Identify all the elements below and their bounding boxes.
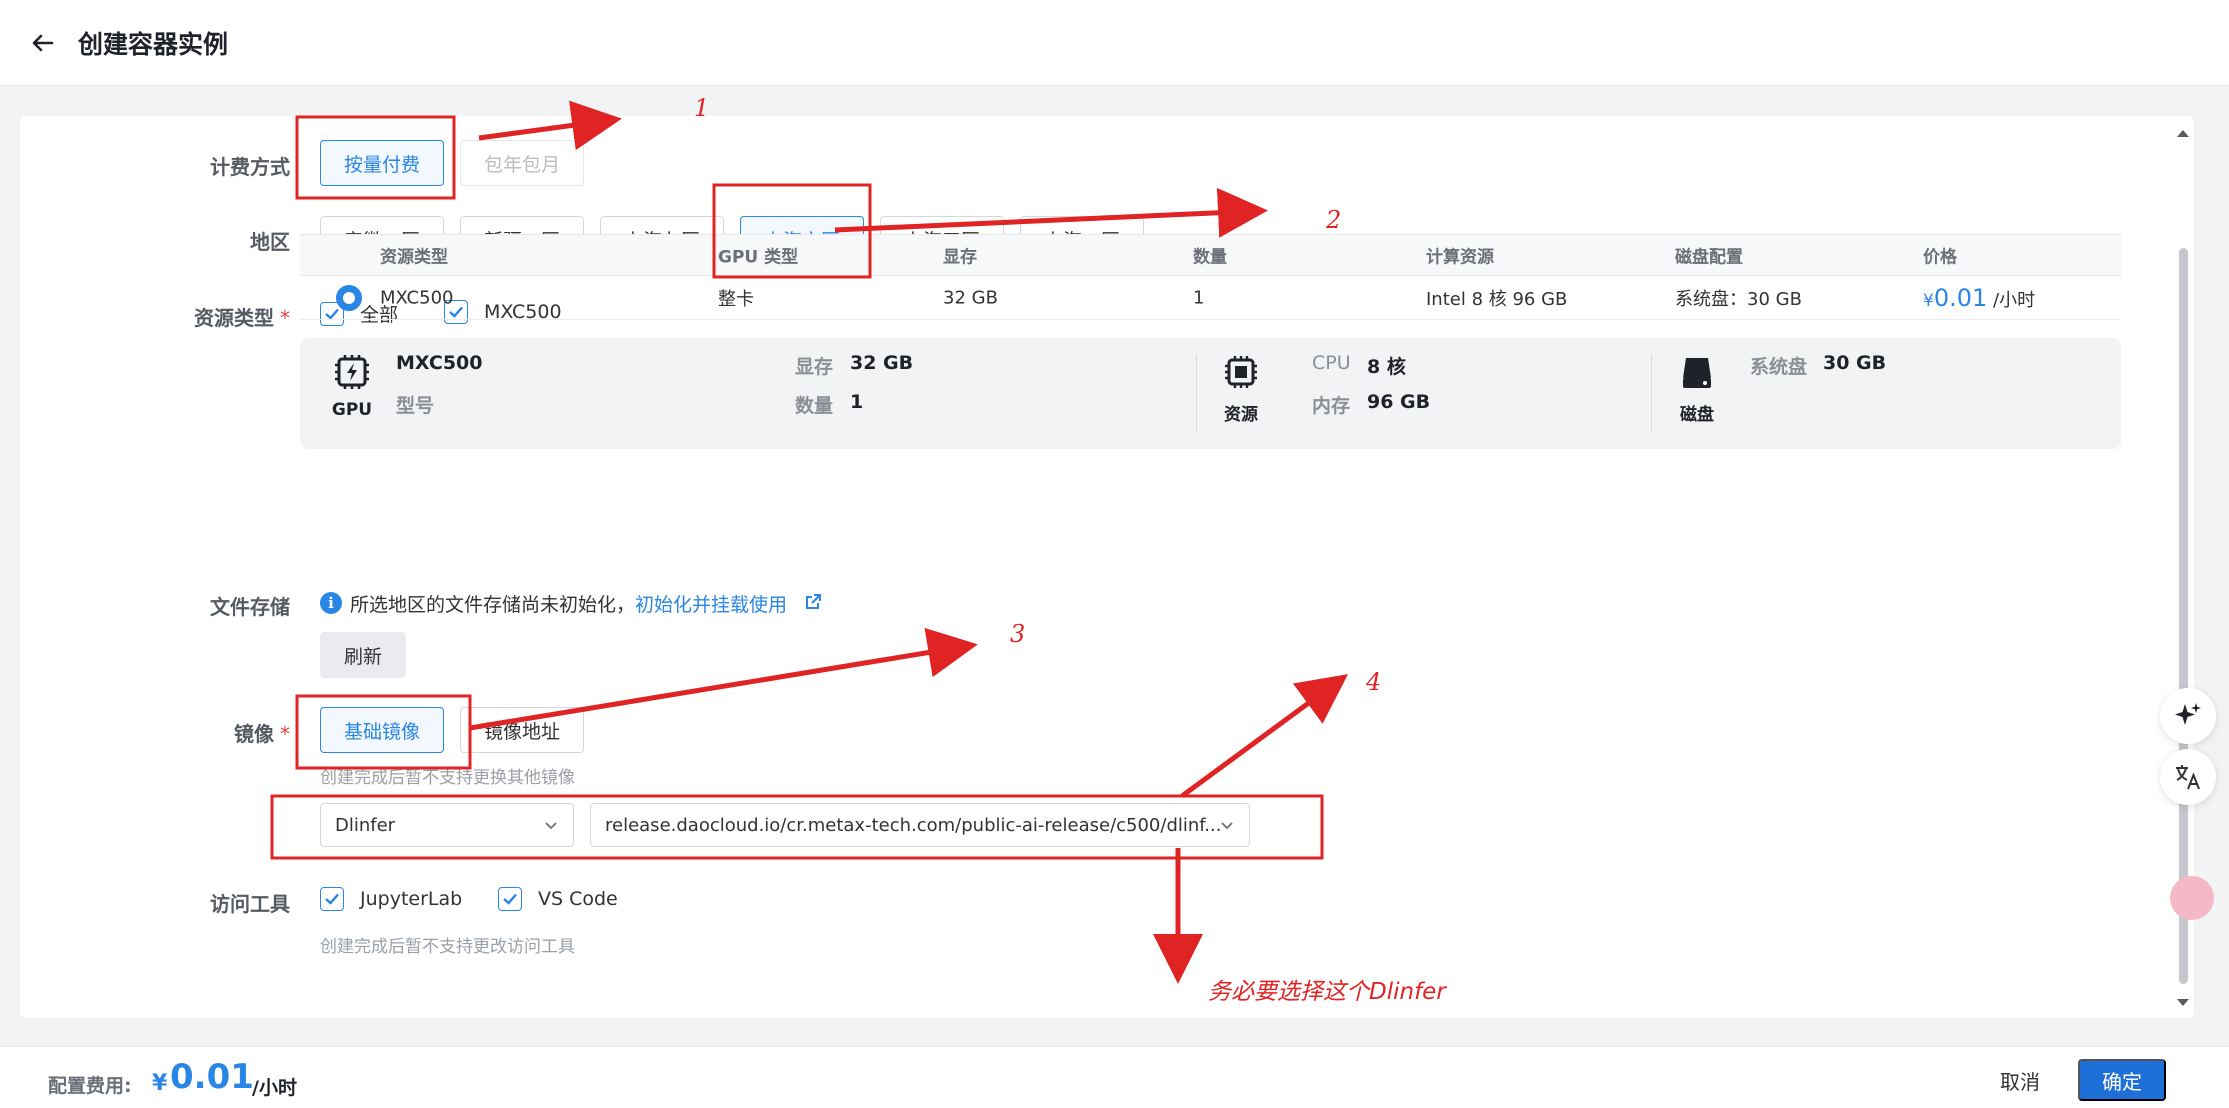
external-link-icon[interactable] bbox=[804, 593, 822, 615]
checkbox-checked-icon[interactable] bbox=[498, 887, 522, 911]
page-header: 创建容器实例 bbox=[0, 0, 2229, 86]
fee-unit: /小时 bbox=[252, 1077, 297, 1099]
cpu-resource-icon bbox=[1223, 354, 1259, 394]
back-arrow-icon[interactable] bbox=[30, 30, 56, 56]
annotation-number-1: 1 bbox=[694, 94, 710, 122]
chevron-down-icon bbox=[1219, 817, 1235, 833]
scroll-down-icon[interactable] bbox=[2175, 994, 2191, 1013]
resource-table: 资源类型 GPU 类型 显存 数量 计算资源 磁盘配置 价格 MXC500 整卡… bbox=[300, 234, 2121, 320]
table-row[interactable]: MXC500 整卡 32 GB 1 Intel 8 核 96 GB 系统盘：30… bbox=[300, 276, 2121, 320]
page-title: 创建容器实例 bbox=[78, 29, 229, 59]
fee-amount: 0.01 bbox=[170, 1057, 254, 1097]
image-address-select[interactable]: release.daocloud.io/cr.metax-tech.com/pu… bbox=[590, 803, 1250, 847]
billing-label: 计费方式 bbox=[210, 155, 290, 179]
tools-label: 访问工具 bbox=[210, 892, 290, 916]
info-icon: i bbox=[320, 592, 342, 614]
image-option-base[interactable]: 基础镜像 bbox=[320, 707, 444, 753]
tool-check-vscode[interactable]: VS Code bbox=[498, 887, 618, 911]
sparkle-icon bbox=[2175, 703, 2201, 725]
framework-select[interactable]: Dlinfer bbox=[320, 803, 574, 847]
image-hint: 创建完成后暂不支持更换其他镜像 bbox=[320, 768, 575, 788]
ai-sparkle-button[interactable] bbox=[2160, 688, 2216, 744]
scroll-thumb[interactable] bbox=[2179, 248, 2188, 984]
translate-icon bbox=[2176, 765, 2200, 790]
init-mount-link[interactable]: 初始化并挂载使用 bbox=[635, 594, 787, 616]
translate-button[interactable] bbox=[2160, 749, 2216, 805]
tool-check-jupyterlab[interactable]: JupyterLab bbox=[320, 887, 462, 911]
disk-icon bbox=[1680, 354, 1714, 394]
storage-notice: 所选地区的文件存储尚未初始化，初始化并挂载使用 bbox=[350, 594, 788, 616]
price: ¥0.01 /小时 bbox=[1923, 283, 2036, 312]
scroll-up-icon[interactable] bbox=[2175, 124, 2191, 143]
confirm-button[interactable]: 确定 bbox=[2078, 1059, 2166, 1101]
radio-selected-icon[interactable] bbox=[336, 284, 362, 311]
annotation-number-2: 2 bbox=[1326, 206, 1342, 234]
chevron-down-icon bbox=[543, 817, 559, 833]
image-option-address[interactable]: 镜像地址 bbox=[460, 707, 584, 753]
checkbox-checked-icon[interactable] bbox=[320, 887, 344, 911]
fee-symbol: ¥ bbox=[152, 1071, 168, 1096]
storage-label: 文件存储 bbox=[210, 595, 290, 619]
region-label: 地区 bbox=[250, 230, 290, 254]
annotation-number-4: 4 bbox=[1366, 668, 1382, 696]
fee-label: 配置费用: bbox=[48, 1075, 132, 1097]
billing-option-yearly[interactable]: 包年包月 bbox=[460, 140, 584, 186]
tools-hint: 创建完成后暂不支持更改访问工具 bbox=[320, 937, 575, 957]
spec-summary: GPU MXC500 型号 显存 32 GB 数量 1 资源 CPU 8 核 内… bbox=[300, 338, 2121, 449]
table-header: 资源类型 GPU 类型 显存 数量 计算资源 磁盘配置 价格 bbox=[300, 234, 2121, 276]
annotation-note: 务必要选择这个Dlinfer bbox=[1208, 979, 1446, 1005]
gpu-chip-icon bbox=[332, 352, 372, 396]
image-label: 镜像 * bbox=[234, 722, 290, 746]
refresh-button[interactable]: 刷新 bbox=[320, 632, 406, 678]
cancel-button[interactable]: 取消 bbox=[1980, 1059, 2060, 1101]
billing-option-payg[interactable]: 按量付费 bbox=[320, 140, 444, 186]
plugin-avatar-icon[interactable] bbox=[2170, 876, 2214, 920]
resource-type-label: 资源类型 * bbox=[194, 306, 290, 330]
footer-bar: 配置费用: ¥ 0.01 /小时 取消 确定 bbox=[0, 1046, 2229, 1108]
annotation-number-3: 3 bbox=[1010, 620, 1026, 648]
